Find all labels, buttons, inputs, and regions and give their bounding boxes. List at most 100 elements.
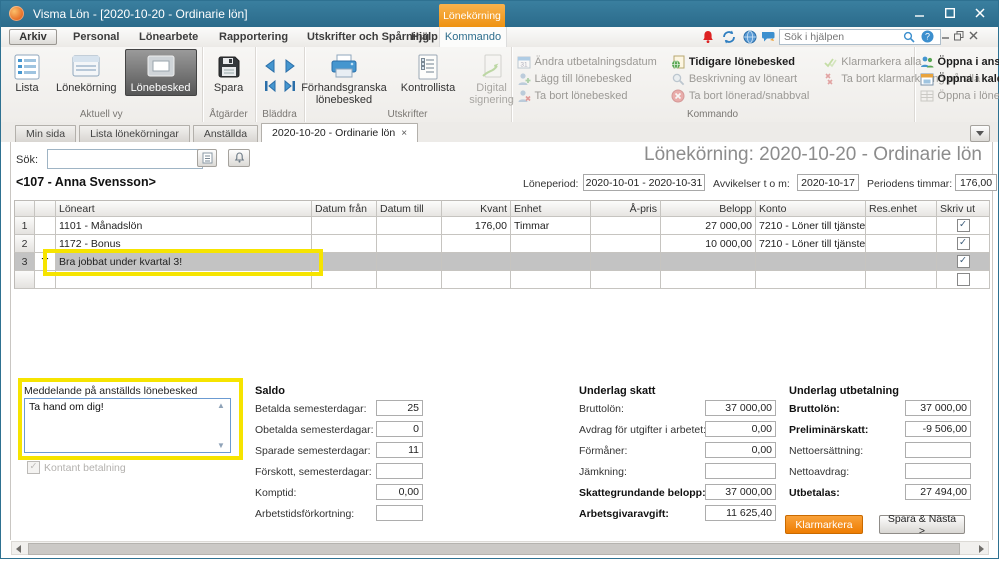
table-row-2[interactable]: 2 1172 - Bonus 10 000,00 7210 - Löner ti… <box>14 235 990 253</box>
tab-lista-lonekorningar[interactable]: Lista lönekörningar <box>79 125 190 142</box>
col-kvant[interactable]: Kvant <box>442 200 511 217</box>
globe-icon[interactable] <box>743 30 757 44</box>
contextual-tab-group-lonekorning: Lönekörning <box>439 4 505 27</box>
search-input[interactable] <box>47 149 203 169</box>
reminder-bell-button[interactable] <box>228 149 250 167</box>
menu-kommando-active-tab[interactable]: Kommando <box>439 27 507 47</box>
scroll-down-icon[interactable]: ▼ <box>217 441 225 450</box>
lonekorning-view-button[interactable]: Lönekörning <box>50 49 123 96</box>
avvikelser-value: 2020-10-17 <box>797 174 859 191</box>
lonekorning-label: Lönekörning <box>56 82 117 94</box>
calendar-icon <box>920 72 934 86</box>
col-belopp[interactable]: Belopp <box>661 200 756 217</box>
previous-record-icon[interactable] <box>261 57 279 75</box>
spara-nasta-button[interactable]: Spara & Nästa > <box>879 515 965 534</box>
menu-rapportering[interactable]: Rapportering <box>219 31 288 43</box>
col-konto[interactable]: Konto <box>756 200 866 217</box>
spara-button[interactable]: Spara <box>208 49 250 96</box>
klarmarkera-button[interactable]: Klarmarkera <box>785 515 863 534</box>
tab-min-sida[interactable]: Min sida <box>15 125 76 142</box>
kontrollista-button[interactable]: Kontrollista <box>395 49 461 96</box>
payroll-run-window-icon <box>71 53 101 81</box>
kontrollista-label: Kontrollista <box>401 82 455 94</box>
oppna-kalendariet-item[interactable]: Öppna i kalendariet <box>920 71 999 86</box>
saldo-value: 25 <box>376 400 423 416</box>
double-check-icon <box>823 55 837 69</box>
notification-bell-icon[interactable] <box>701 30 715 44</box>
ribbon-group-oppna: Öppna i anställningsregistret Öppna i ka… <box>915 47 999 122</box>
saldo-title: Saldo <box>255 385 285 397</box>
tab-close-icon[interactable]: × <box>401 128 407 139</box>
group-label-aktuell-vy: Aktuell vy <box>6 109 197 122</box>
lagg-till-lonebesked-item: Lägg till lönebesked <box>517 71 657 86</box>
periodens-timmar-label: Periodens timmar: <box>867 178 952 190</box>
refresh-icon[interactable] <box>722 30 736 44</box>
skatt-value: 37 000,00 <box>705 484 776 500</box>
table-row-4-empty[interactable] <box>14 271 990 289</box>
svg-text:?: ? <box>925 32 930 42</box>
andra-utbetalningsdatum-item: 31 Ändra utbetalningsdatum <box>517 54 657 69</box>
document-tabstrip: Min sida Lista lönekörningar Anställda 2… <box>1 122 998 142</box>
menu-personal[interactable]: Personal <box>73 31 119 43</box>
forhandsgranska-label: Förhandsgranska lönebesked <box>301 82 387 106</box>
person-add-icon <box>517 72 531 86</box>
mdi-restore-icon[interactable] <box>953 31 965 44</box>
titlebar: Visma Lön - [2020-10-20 - Ordinarie lön]… <box>1 1 998 27</box>
oppna-anstallningsregistret-item[interactable]: Öppna i anställningsregistret <box>920 54 999 69</box>
chevron-down-icon <box>976 131 984 136</box>
scrollbar-thumb[interactable] <box>28 543 960 555</box>
tidigare-lonebesked-item[interactable]: Tidigare lönebesked <box>671 54 809 69</box>
skriv-ut-checkbox[interactable] <box>957 273 970 286</box>
tab-ordinarie-lon-active[interactable]: 2020-10-20 - Ordinarie lön × <box>261 123 418 142</box>
lista-button[interactable]: Lista <box>6 49 48 96</box>
skatt-value: 37 000,00 <box>705 400 776 416</box>
page-title: Lönekörning: 2020-10-20 - Ordinarie lön <box>644 144 982 166</box>
maximize-icon[interactable] <box>940 5 960 21</box>
col-resenhet[interactable]: Res.enhet <box>866 200 937 217</box>
col-apris[interactable]: Å-pris <box>591 200 661 217</box>
minimize-icon[interactable] <box>910 5 930 21</box>
col-datum-till[interactable]: Datum till <box>377 200 442 217</box>
mdi-minimize-icon[interactable] <box>939 31 951 43</box>
skriv-ut-checkbox[interactable]: ✓ <box>957 255 970 268</box>
lista-label: Lista <box>15 82 38 94</box>
menubar: Arkiv Personal Lönearbete Rapportering U… <box>1 27 998 48</box>
menu-arkiv[interactable]: Arkiv <box>9 29 57 45</box>
utbetalning-value <box>905 463 971 479</box>
horizontal-scrollbar[interactable] <box>11 541 989 555</box>
kontant-betalning-checkbox-row: ✓ Kontant betalning <box>27 461 126 474</box>
forhandsgranska-lonebesked-button[interactable]: Förhandsgranska lönebesked <box>295 49 393 108</box>
help-icon[interactable]: ? <box>921 30 935 44</box>
close-icon[interactable] <box>970 5 990 21</box>
menu-lonearbete[interactable]: Lönearbete <box>139 31 198 43</box>
col-enhet[interactable]: Enhet <box>511 200 591 217</box>
mdi-close-icon[interactable] <box>967 31 979 43</box>
help-search-input[interactable] <box>779 29 941 45</box>
help-search-magnifier-icon[interactable] <box>903 31 915 43</box>
person-remove-icon <box>517 89 531 103</box>
skriv-ut-checkbox[interactable]: ✓ <box>957 219 970 232</box>
col-skriv-ut[interactable]: Skriv ut <box>937 200 990 217</box>
table-row-3-selected[interactable]: 3 T Bra jobbat under kvartal 3! ✓ <box>14 253 990 271</box>
group-label-utskrifter: Utskrifter <box>310 109 506 122</box>
beskrivning-av-loneart-item: Beskrivning av löneart <box>671 71 809 86</box>
search-label: Sök: <box>16 154 38 166</box>
ribbon-group-kommando: 31 Ändra utbetalningsdatum Lägg till lön… <box>512 47 915 122</box>
col-loneart[interactable]: Löneart <box>56 200 312 217</box>
payslip-content-area: Sök: Lönekörning: 2020-10-20 - Ordinarie… <box>10 142 993 540</box>
skriv-ut-checkbox[interactable]: ✓ <box>957 237 970 250</box>
lonebesked-view-button-selected[interactable]: Lönebesked <box>125 49 197 96</box>
feedback-chat-icon[interactable] <box>761 30 775 44</box>
table-row-1[interactable]: 1 1101 - Månadslön 176,00 Timmar 27 000,… <box>14 217 990 235</box>
scroll-right-icon[interactable] <box>979 545 984 553</box>
search-list-button[interactable] <box>197 149 217 167</box>
tab-anstallda[interactable]: Anställda <box>193 125 258 142</box>
message-textarea[interactable]: Ta hand om dig! <box>24 398 231 453</box>
first-record-icon[interactable] <box>261 77 279 95</box>
tab-list-dropdown-button[interactable] <box>970 125 990 142</box>
scroll-left-icon[interactable] <box>16 545 21 553</box>
menu-hjalp[interactable]: Hjälp <box>411 31 438 43</box>
group-label-atgarder: Åtgärder <box>208 109 250 122</box>
scroll-up-icon[interactable]: ▲ <box>217 401 225 410</box>
col-datum-fran[interactable]: Datum från <box>312 200 377 217</box>
